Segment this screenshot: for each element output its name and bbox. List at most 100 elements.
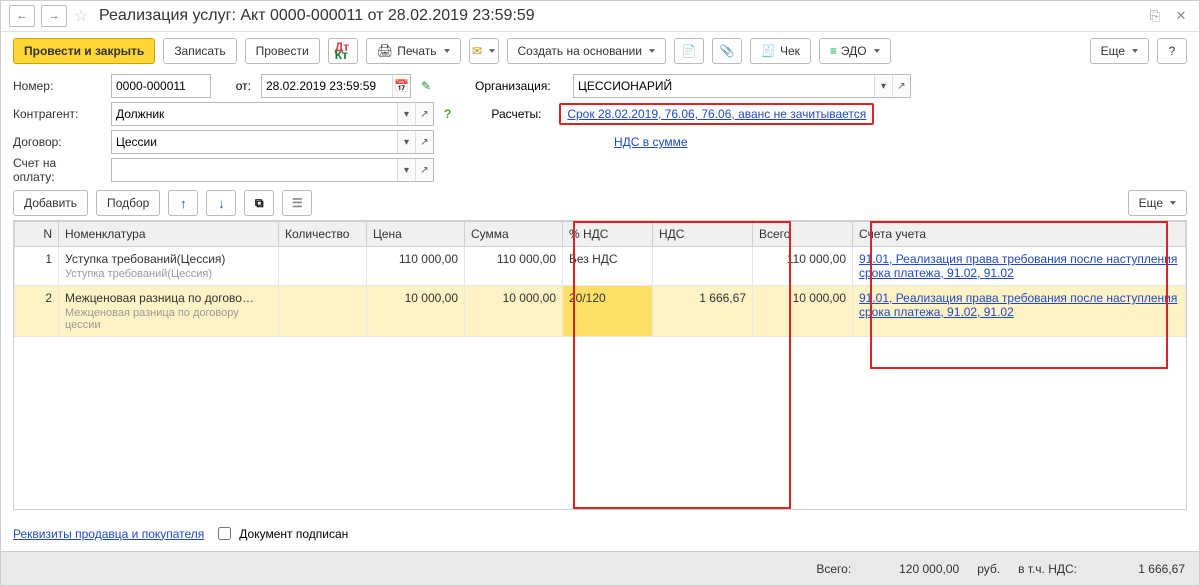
items-grid[interactable]: N Номенклатура Количество Цена Сумма % Н… (13, 220, 1187, 510)
mail-icon (472, 44, 482, 58)
org-open-icon[interactable]: ↗ (892, 75, 910, 97)
edit-icon[interactable]: ✎ (421, 79, 435, 93)
cell-sum[interactable]: 10 000,00 (465, 286, 563, 337)
dtkt-button[interactable]: ДтКт (328, 38, 358, 64)
printer-icon (377, 43, 394, 59)
attach-button[interactable] (712, 38, 742, 64)
calc-highlight: Срок 28.02.2019, 76.06, 76.06, аванс не … (559, 103, 874, 125)
kontr-open-icon[interactable]: ↗ (415, 103, 433, 125)
contract-open-icon[interactable]: ↗ (415, 131, 433, 153)
print-button[interactable]: Печать (366, 38, 461, 64)
invoice-dropdown-icon[interactable]: ▾ (397, 159, 415, 181)
kontr-label: Контрагент: (13, 107, 101, 121)
nav-forward-button[interactable]: → (41, 5, 67, 27)
cell-qty[interactable] (279, 247, 367, 286)
kontr-field[interactable]: ▾ ↗ (111, 102, 434, 126)
from-label: от: (221, 79, 251, 93)
doc-icon (682, 44, 697, 58)
post-button[interactable]: Провести (245, 38, 320, 64)
cell-price[interactable]: 110 000,00 (367, 247, 465, 286)
nav-back-button[interactable]: ← (9, 5, 35, 27)
kontr-dropdown-icon[interactable]: ▾ (397, 103, 415, 125)
col-acc[interactable]: Счета учета (853, 222, 1186, 247)
favorite-star-icon[interactable]: ☆ (73, 8, 89, 24)
requisites-link[interactable]: Реквизиты продавца и покупателя (13, 527, 204, 541)
cheque-button[interactable]: Чек (750, 38, 811, 64)
post-and-close-button[interactable]: Провести и закрыть (13, 38, 155, 64)
edo-icon (830, 44, 837, 58)
calc-link[interactable]: Срок 28.02.2019, 76.06, 76.06, аванс не … (567, 107, 866, 121)
cell-vatp[interactable]: Без НДС (563, 247, 653, 286)
contract-field[interactable]: ▾ ↗ (111, 130, 434, 154)
col-nom[interactable]: Номенклатура (59, 222, 279, 247)
cheque-label: Чек (780, 44, 800, 58)
doc-button[interactable] (674, 38, 704, 64)
mail-button[interactable] (469, 38, 499, 64)
cell-vatp-active[interactable]: 20/120 (563, 286, 653, 337)
cell-acc[interactable]: 91.01, Реализация права требования после… (853, 286, 1186, 337)
print-label: Печать (397, 44, 436, 58)
cell-vat[interactable] (653, 247, 753, 286)
col-qty[interactable]: Количество (279, 222, 367, 247)
vat-mode-link[interactable]: НДС в сумме (614, 135, 688, 149)
move-down-button[interactable]: ↓ (206, 190, 236, 216)
cell-nom-sub: Межценовая разница по договору цессии (65, 307, 272, 331)
table-more-button[interactable]: Еще (1128, 190, 1187, 216)
close-icon[interactable]: ✕ (1171, 6, 1191, 26)
calendar-icon[interactable] (392, 75, 410, 97)
cell-total[interactable]: 10 000,00 (753, 286, 853, 337)
table-row[interactable]: 2 Межценовая разница по догово…Межценова… (15, 286, 1186, 337)
help-button[interactable]: ? (1157, 38, 1187, 64)
col-total[interactable]: Всего (753, 222, 853, 247)
invoice-input[interactable] (112, 159, 397, 181)
col-vat[interactable]: НДС (653, 222, 753, 247)
total-currency: руб. (977, 562, 1000, 576)
acc-link[interactable]: 91.01, Реализация права требования после… (859, 291, 1177, 319)
create-based-button[interactable]: Создать на основании (507, 38, 667, 64)
cell-sum[interactable]: 110 000,00 (465, 247, 563, 286)
clip-icon (720, 44, 735, 58)
total-value: 120 000,00 (869, 562, 959, 576)
pick-button[interactable]: Подбор (96, 190, 160, 216)
cell-nom[interactable]: Межценовая разница по догово…Межценовая … (59, 286, 279, 337)
copy-row-button[interactable] (244, 190, 274, 216)
kontr-help-icon[interactable]: ? (444, 107, 451, 121)
contract-input[interactable] (112, 131, 397, 153)
cell-vat[interactable]: 1 666,67 (653, 286, 753, 337)
contract-label: Договор: (13, 135, 101, 149)
col-sum[interactable]: Сумма (465, 222, 563, 247)
col-price[interactable]: Цена (367, 222, 465, 247)
contract-dropdown-icon[interactable]: ▾ (397, 131, 415, 153)
org-label: Организация: (475, 79, 563, 93)
edo-button[interactable]: ЭДО (819, 38, 891, 64)
move-up-button[interactable]: ↑ (168, 190, 198, 216)
number-field[interactable] (111, 74, 211, 98)
cell-qty[interactable] (279, 286, 367, 337)
save-button[interactable]: Записать (163, 38, 236, 64)
date-field[interactable] (261, 74, 411, 98)
detach-icon[interactable]: ⎘ (1145, 6, 1165, 26)
acc-link[interactable]: 91.01, Реализация права требования после… (859, 252, 1177, 280)
date-input[interactable] (262, 75, 392, 97)
invoice-open-icon[interactable]: ↗ (415, 159, 433, 181)
kontr-input[interactable] (112, 103, 397, 125)
cell-acc[interactable]: 91.01, Реализация права требования после… (853, 247, 1186, 286)
create-based-label: Создать на основании (518, 44, 643, 58)
vat-value: 1 666,67 (1095, 562, 1185, 576)
col-vatp[interactable]: % НДС (563, 222, 653, 247)
table-row[interactable]: 1 Уступка требований(Цессия)Уступка треб… (15, 247, 1186, 286)
add-row-button[interactable]: Добавить (13, 190, 88, 216)
cell-nom[interactable]: Уступка требований(Цессия)Уступка требов… (59, 247, 279, 286)
invoice-field[interactable]: ▾ ↗ (111, 158, 434, 182)
org-dropdown-icon[interactable]: ▾ (874, 75, 892, 97)
more-button[interactable]: Еще (1090, 38, 1149, 64)
col-n[interactable]: N (15, 222, 59, 247)
edo-label: ЭДО (841, 44, 867, 58)
cell-price[interactable]: 10 000,00 (367, 286, 465, 337)
cell-total[interactable]: 110 000,00 (753, 247, 853, 286)
org-input[interactable] (574, 75, 874, 97)
doc-signed-checkbox[interactable] (218, 527, 231, 540)
table-more-label: Еще (1139, 196, 1163, 210)
org-field[interactable]: ▾ ↗ (573, 74, 911, 98)
list-button[interactable] (282, 190, 312, 216)
